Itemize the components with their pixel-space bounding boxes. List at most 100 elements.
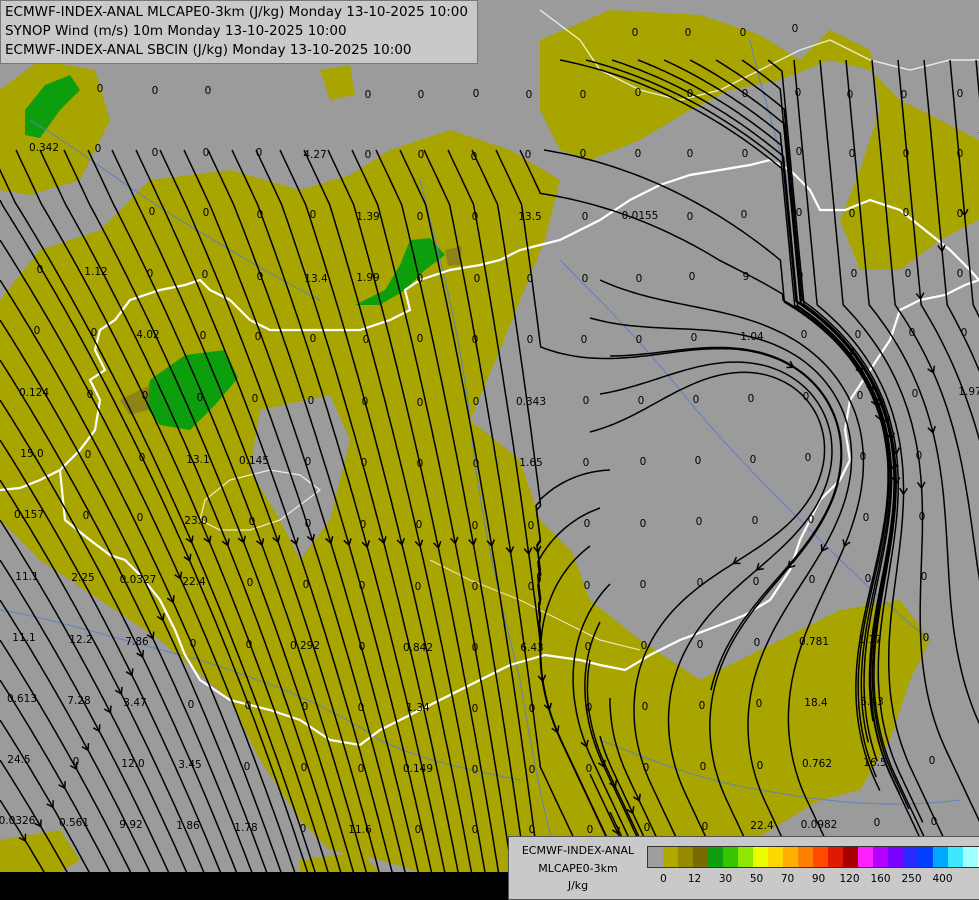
legend-title-param: MLCAPE0-3km [538, 862, 618, 875]
cin-value-label: 0 [417, 273, 424, 285]
cin-value-label: 0 [740, 27, 747, 39]
cin-value-label: 0 [874, 817, 881, 829]
cin-value-label: 0 [418, 89, 425, 101]
cin-value-label: 0 [252, 393, 259, 405]
cin-value-label: 0 [809, 574, 816, 586]
legend-swatch [723, 847, 738, 867]
cin-value-label: 0 [580, 148, 587, 160]
cin-value-label: 0 [919, 511, 926, 523]
cin-value-label: 0 [365, 89, 372, 101]
cin-value-label: 0 [957, 88, 964, 100]
cin-value-label: 0 [687, 211, 694, 223]
cin-value-label: 0 [202, 269, 209, 281]
legend-tick-label: 250 [901, 873, 922, 885]
cin-value-label: 0 [526, 89, 533, 101]
cin-value-label: 0 [417, 211, 424, 223]
cin-value-label: 0 [527, 334, 534, 346]
cin-value-label: 0 [905, 268, 912, 280]
cin-value-label: 22.4 [182, 576, 206, 588]
cin-value-label: 0 [528, 520, 535, 532]
cin-value-label: 1.34 [406, 702, 430, 714]
cin-value-label: 13.1 [186, 454, 209, 466]
cin-value-label: 0.292 [290, 640, 320, 652]
cin-value-label: 0 [687, 148, 694, 160]
cin-value-label: 0 [417, 333, 424, 345]
cin-value-label: 24.5 [7, 754, 30, 766]
title-box: ECMWF-INDEX-ANAL MLCAPE0-3km (J/kg) Mond… [0, 0, 478, 64]
cin-value-label: 0 [305, 518, 312, 530]
cin-value-label: 3.47 [123, 697, 146, 709]
cin-value-label: 23.0 [184, 515, 207, 527]
cin-value-label: 0 [929, 755, 936, 767]
cin-value-label: 1.97 [958, 386, 979, 398]
cin-value-label: 1.39 [356, 211, 379, 223]
cin-value-label: 0 [635, 148, 642, 160]
title-line-cin: ECMWF-INDEX-ANAL SBCIN (J/kg) Monday 13-… [5, 42, 412, 58]
legend-swatch [858, 847, 873, 867]
cin-value-label: 0 [909, 327, 916, 339]
cin-value-label: 13.4 [304, 273, 328, 285]
cin-value-label: 1.99 [356, 272, 379, 284]
cin-value-label: 0 [957, 208, 964, 220]
cin-value-label: 0 [87, 389, 94, 401]
cin-value-label: 0 [796, 207, 803, 219]
cin-value-label: 0 [957, 268, 964, 280]
cin-value-label: 0 [693, 394, 700, 406]
cin-value-label: 0 [643, 762, 650, 774]
cin-value-label: 0 [796, 146, 803, 158]
legend-title-source: ECMWF-INDEX-ANAL [521, 844, 635, 857]
cin-value-label: 1.04 [740, 331, 764, 343]
cin-value-label: 0 [742, 148, 749, 160]
cin-value-label: 0 [860, 451, 867, 463]
legend-swatch [933, 847, 948, 867]
cin-value-label: 0 [362, 396, 369, 408]
cin-value-label: 0 [640, 456, 647, 468]
cin-value-label: 0 [584, 518, 591, 530]
cin-value-label: 0 [205, 85, 212, 97]
cin-value-label: 0 [85, 449, 92, 461]
cin-value-label: 0 [641, 640, 648, 652]
cin-value-label: 0 [640, 579, 647, 591]
cin-value-label: 0 [417, 458, 424, 470]
cin-value-label: 0 [473, 458, 480, 470]
legend-tick-label: 120 [839, 873, 860, 885]
cin-value-label: 0 [638, 395, 645, 407]
title-line-cape: ECMWF-INDEX-ANAL MLCAPE0-3km (J/kg) Mond… [5, 4, 468, 20]
legend-swatch [873, 847, 888, 867]
cin-value-label: 0 [849, 208, 856, 220]
cin-value-label: 0 [190, 638, 197, 650]
cin-value-label: 0 [581, 334, 588, 346]
cin-value-label: 0 [525, 149, 532, 161]
cin-value-label: 0 [95, 143, 102, 155]
legend-swatch [798, 847, 813, 867]
cin-value-label: 15.0 [20, 448, 43, 460]
cin-value-label: 0 [923, 632, 930, 644]
cin-value-label: 0 [584, 580, 591, 592]
cin-value-label: 0 [742, 88, 749, 100]
legend-ticks: 0 12 30 50 70 90 120 160 250 400 [647, 873, 977, 889]
cin-value-label: 0 [580, 89, 587, 101]
legend-tick-label: 12 [687, 873, 702, 885]
cin-value-label: 0 [529, 824, 536, 836]
cin-value-label: 0.343 [516, 396, 546, 408]
cin-value-label: 12.0 [121, 758, 144, 770]
cin-value-label: 0 [247, 577, 254, 589]
legend-swatch [648, 847, 663, 867]
cin-value-label: 0 [472, 211, 479, 223]
cin-value-label: 0 [855, 329, 862, 341]
legend-swatch [843, 847, 858, 867]
cin-value-label: 9.92 [119, 819, 142, 831]
cin-value-label: 11.1 [15, 571, 38, 583]
legend-swatch [738, 847, 753, 867]
cin-value-label: 0 [687, 88, 694, 100]
cin-value-label: 0 [203, 207, 210, 219]
cin-value-label: 0.762 [802, 758, 832, 770]
cin-value-label: 0 [415, 824, 422, 836]
cin-value-label: 0 [585, 641, 592, 653]
legend-tick-label: 50 [749, 873, 764, 885]
cin-value-label: 0.0327 [120, 574, 157, 586]
cin-value-label: 0 [365, 149, 372, 161]
cin-value-label: 0 [137, 512, 144, 524]
cin-value-label: 0 [757, 760, 764, 772]
cin-value-label: 0 [696, 516, 703, 528]
